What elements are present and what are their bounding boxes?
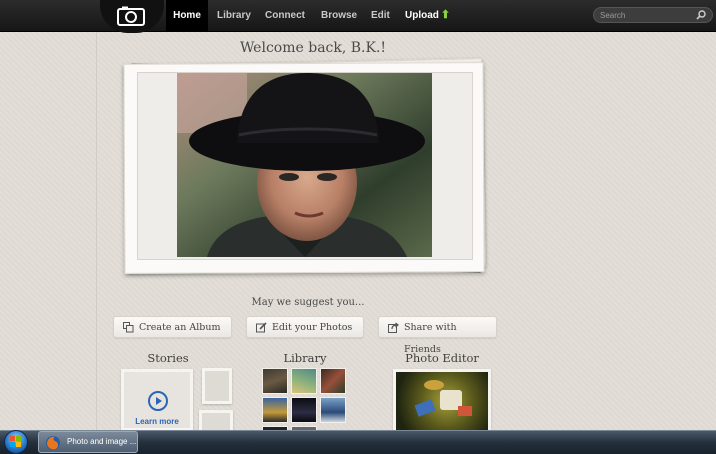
- editor-preview-detail: [424, 380, 444, 390]
- nav-browse[interactable]: Browse: [321, 0, 357, 31]
- story-thumbnail[interactable]: [202, 368, 232, 404]
- suggest-heading: May we suggest you...: [251, 297, 365, 308]
- library-thumbnail[interactable]: [291, 368, 317, 394]
- library-thumbnail[interactable]: [320, 368, 346, 394]
- share-icon: [388, 322, 399, 333]
- nav-upload[interactable]: Upload ⬆: [405, 0, 450, 31]
- share-friends-button[interactable]: Share with Friends: [378, 316, 497, 355]
- nav-connect[interactable]: Connect: [265, 0, 305, 31]
- search-box[interactable]: [593, 7, 713, 23]
- photo-editor-preview[interactable]: [393, 369, 491, 433]
- learn-more-link[interactable]: Learn more: [124, 417, 190, 426]
- nav-home[interactable]: Home: [166, 0, 208, 31]
- nav-edit[interactable]: Edit: [371, 0, 390, 31]
- album-icon: [123, 322, 134, 333]
- nav-upload-label: Upload: [405, 10, 439, 21]
- taskbar-item-firefox[interactable]: Photo and image ...: [38, 431, 138, 453]
- search-icon[interactable]: [696, 10, 706, 20]
- library-thumbnail[interactable]: [262, 397, 288, 423]
- hero-photo[interactable]: [177, 73, 432, 257]
- search-input[interactable]: [600, 9, 692, 21]
- taskbar-item-label: Photo and image ...: [67, 437, 137, 446]
- edit-icon: [256, 322, 267, 333]
- welcome-title: Welcome back, B.K.!: [239, 40, 387, 56]
- editor-preview-detail: [458, 406, 472, 416]
- windows-start-icon[interactable]: [4, 430, 28, 454]
- camera-icon: [117, 6, 145, 26]
- top-navigation-bar: Home Library Connect Browse Edit Upload ⬆: [0, 0, 716, 33]
- stories-title: Stories: [147, 351, 189, 365]
- library-thumbnail[interactable]: [320, 397, 346, 423]
- content-divider: [96, 30, 97, 430]
- library-thumbnail[interactable]: [291, 397, 317, 423]
- library-title: Library: [283, 351, 327, 365]
- create-album-label: Create an Album: [139, 322, 221, 333]
- stories-card[interactable]: Learn more: [121, 369, 193, 431]
- photo-editor-title: Photo Editor: [405, 351, 479, 365]
- editor-preview-detail: [414, 399, 436, 417]
- edit-photos-label: Edit your Photos: [272, 322, 353, 333]
- create-album-button[interactable]: Create an Album: [113, 316, 232, 338]
- edit-photos-button[interactable]: Edit your Photos: [246, 316, 364, 338]
- windows-taskbar: Photo and image ...: [0, 430, 716, 454]
- library-thumbnail[interactable]: [262, 368, 288, 394]
- logo[interactable]: [100, 0, 164, 33]
- nav-library[interactable]: Library: [217, 0, 251, 31]
- upload-arrow-icon: ⬆: [440, 9, 451, 21]
- play-icon: [148, 391, 168, 411]
- firefox-icon: [46, 436, 60, 450]
